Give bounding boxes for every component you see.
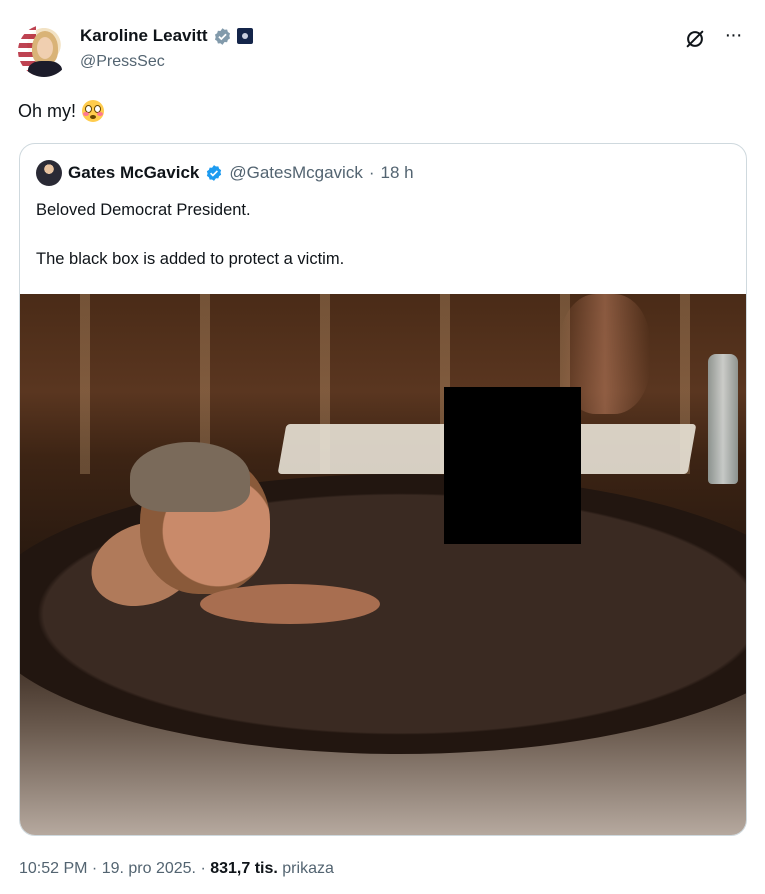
government-affiliation-icon[interactable] [236,28,253,44]
tweet-metadata: 10:52 PM · 19. pro 2025. · 831,7 tis. pr… [19,860,334,878]
quoted-tweet-card[interactable]: Gates McGavick @GatesMcgavick · 18 h Bel… [19,143,747,836]
quoted-text-line2: The black box is added to protect a vict… [36,250,345,268]
quoted-media-image[interactable] [20,294,746,835]
quoted-author-handle[interactable]: @GatesMcgavick [229,163,362,183]
author-display-name[interactable]: Karoline Leavitt [80,26,208,46]
author-handle[interactable]: @PressSec [80,53,165,71]
verified-badge-icon [207,165,222,181]
flushed-face-emoji-icon [82,100,105,122]
hot-tub [20,474,746,754]
tweet-text-content: Oh my! [18,100,77,121]
quoted-author-avatar[interactable] [36,160,62,186]
tweet-header: Karoline Leavitt @PressSec ··· [18,22,748,78]
views-count: 831,7 tis. [210,860,278,877]
quoted-tweet-time[interactable]: 18 h [381,163,414,183]
censor-black-box [444,387,581,544]
more-options-icon[interactable]: ··· [722,25,744,48]
water-bottle [708,354,738,484]
quoted-author-display-name[interactable]: Gates McGavick [68,163,199,183]
views-label: prikaza [282,860,334,877]
tweet-text: Oh my! [18,100,105,122]
quoted-tweet-header: Gates McGavick @GatesMcgavick · 18 h [36,160,414,186]
grok-icon[interactable] [684,28,706,50]
tweet-timestamp[interactable]: 10:52 PM · 19. pro 2025. · [19,860,210,877]
author-avatar[interactable] [18,25,70,77]
quoted-text-line1: Beloved Democrat President. [36,201,251,219]
author-name-row: Karoline Leavitt [80,26,253,46]
separator-dot: · [368,163,375,182]
verified-badge-icon [214,27,230,45]
